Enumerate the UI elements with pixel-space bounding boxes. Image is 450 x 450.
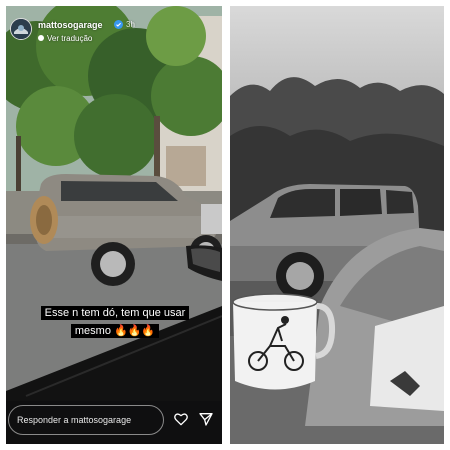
story-photo-car	[6, 6, 222, 401]
translate-icon	[38, 35, 44, 41]
story-viewer[interactable]: mattosogarage 3h Ver tradução Esse n tem…	[6, 6, 222, 444]
verified-icon	[114, 20, 123, 29]
story-header: mattosogarage 3h Ver tradução	[10, 14, 218, 48]
story-username[interactable]: mattosogarage	[38, 20, 103, 30]
reply-input[interactable]: Responder a mattosogarage	[8, 405, 164, 435]
translate-link[interactable]: Ver tradução	[38, 34, 92, 43]
caption-text: Esse n tem dó, tem que usar mesmo 🔥🔥🔥	[40, 306, 190, 338]
send-icon[interactable]	[198, 411, 214, 427]
avatar-icon[interactable]	[10, 18, 32, 40]
translate-label: Ver tradução	[47, 34, 93, 43]
story-time-ago: 3h	[126, 20, 135, 29]
heart-icon[interactable]	[173, 411, 189, 427]
reply-bar: Responder a mattosogarage	[6, 401, 222, 444]
story-caption: Esse n tem dó, tem que usar mesmo 🔥🔥🔥	[34, 303, 196, 339]
camping-photo	[230, 6, 444, 444]
